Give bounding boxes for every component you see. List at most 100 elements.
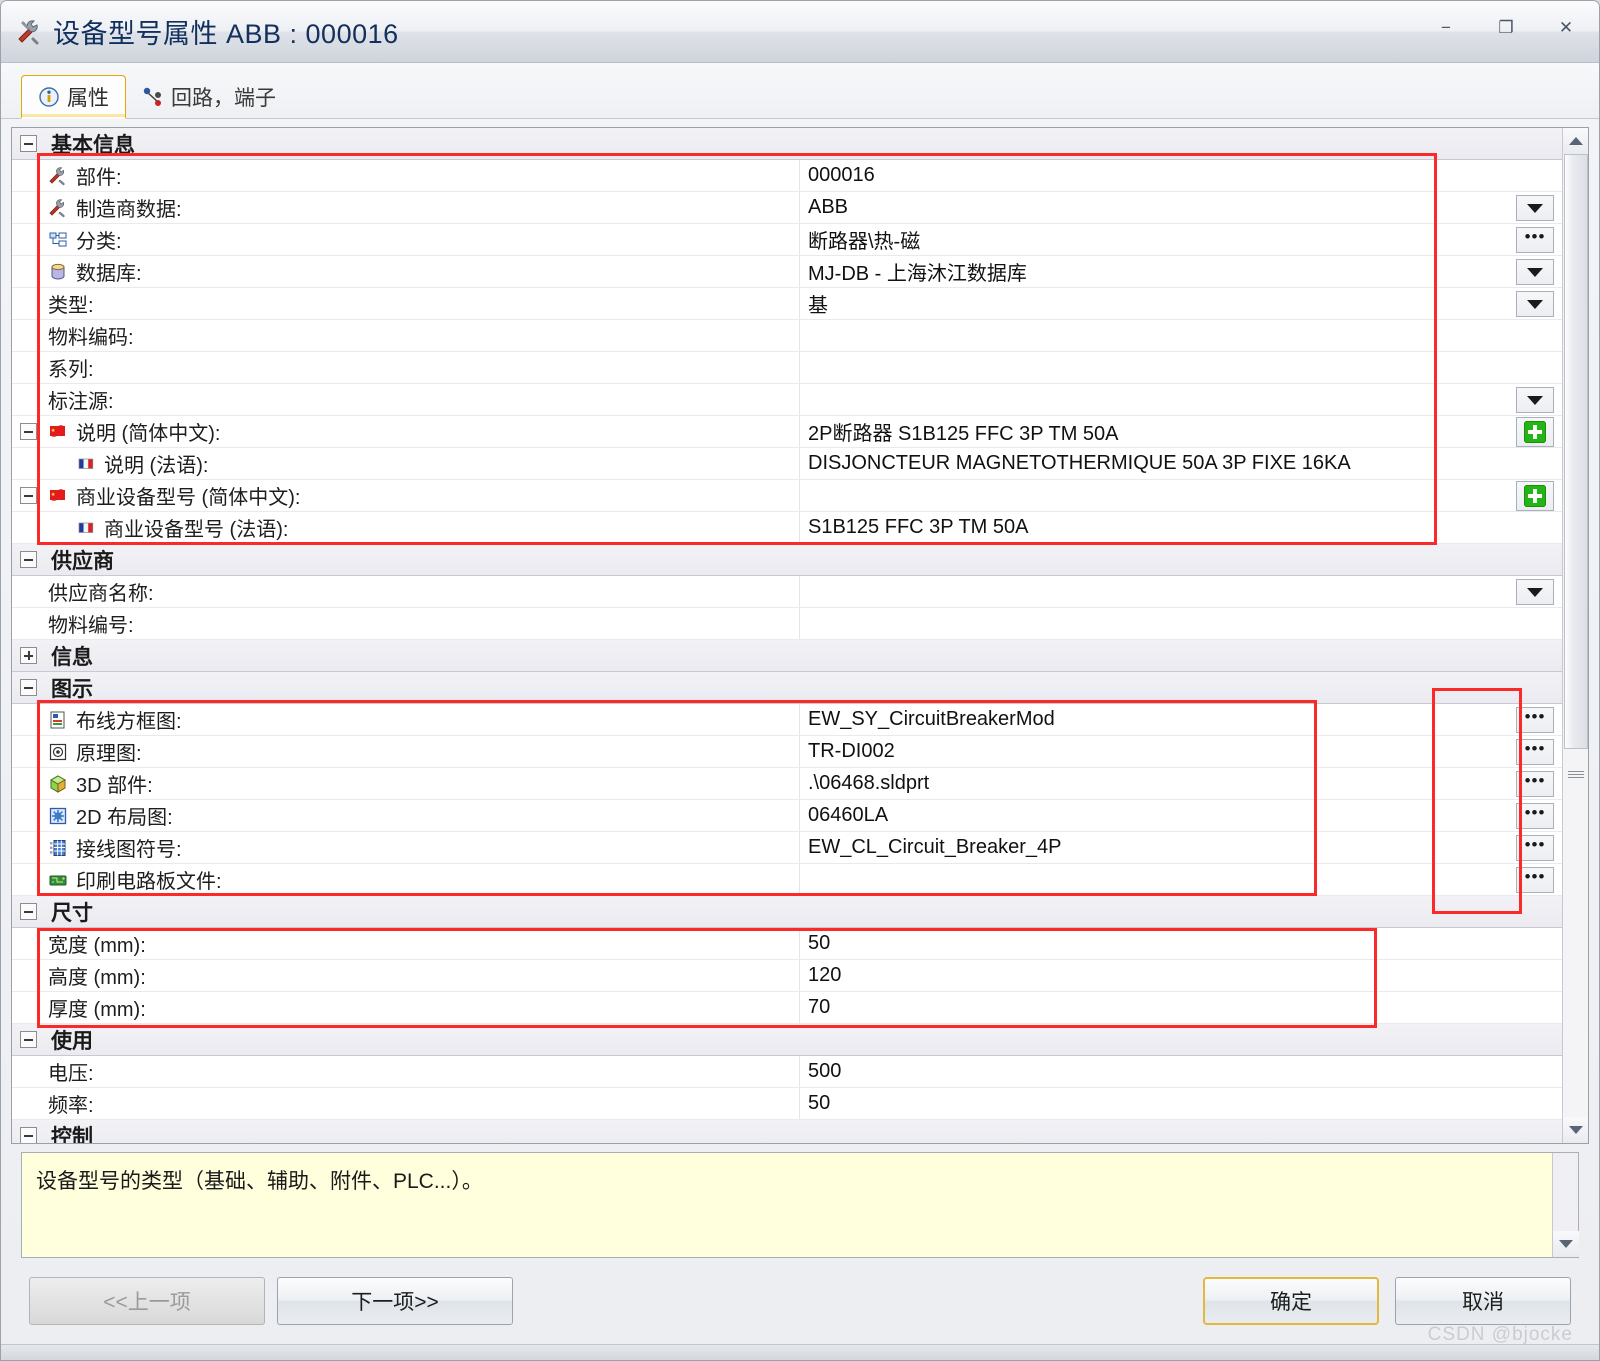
row-collapse-icon[interactable] [20, 487, 37, 504]
property-value-cell[interactable]: 50 [800, 1088, 1562, 1119]
property-value-cell[interactable] [800, 480, 1562, 511]
ok-button[interactable]: 确定 [1203, 1277, 1379, 1325]
close-icon[interactable]: ✕ [1549, 15, 1583, 41]
add-translation-button[interactable] [1516, 417, 1554, 447]
tab-circuits-terminals[interactable]: 回路，端子 [126, 75, 292, 119]
property-row[interactable]: 频率: 50 [12, 1088, 1562, 1120]
browse-button[interactable]: ••• [1516, 771, 1554, 797]
minimize-icon[interactable]: − [1429, 15, 1463, 41]
property-value-cell[interactable] [800, 864, 1562, 895]
group-header-0[interactable]: 基本信息 [12, 128, 1562, 160]
property-value-cell[interactable]: ABB [800, 192, 1562, 223]
property-row[interactable]: 系列: [12, 352, 1562, 384]
property-value-cell[interactable]: S1B125 FFC 3P TM 50A [800, 512, 1562, 543]
property-value-cell[interactable] [800, 320, 1562, 351]
grid-rows: 基本信息 部件: 000016 制造商数据: ABB 分类: 断路器\热-磁 ••• 数据库: M… [12, 128, 1562, 1143]
previous-button[interactable]: <<上一项 [29, 1277, 265, 1325]
property-row[interactable]: 物料编号: [12, 608, 1562, 640]
group-header-6[interactable]: 控制 [12, 1120, 1562, 1143]
property-value-cell[interactable] [800, 608, 1562, 639]
property-row[interactable]: 说明 (简体中文): 2P断路器 S1B125 FFC 3P TM 50A [12, 416, 1562, 448]
property-row[interactable]: 商业设备型号 (法语): S1B125 FFC 3P TM 50A [12, 512, 1562, 544]
scroll-up-button[interactable] [1562, 128, 1588, 154]
collapse-icon[interactable] [20, 679, 37, 696]
property-row[interactable]: 商业设备型号 (简体中文): [12, 480, 1562, 512]
add-translation-button[interactable] [1516, 481, 1554, 511]
property-row[interactable]: 原理图: TR-DI002 ••• [12, 736, 1562, 768]
property-row[interactable]: 数据库: MJ-DB - 上海沐江数据库 [12, 256, 1562, 288]
description-scroll-down-button[interactable] [1553, 1231, 1579, 1257]
group-header-3[interactable]: 图示 [12, 672, 1562, 704]
property-value-cell[interactable]: EW_CL_Circuit_Breaker_4P [800, 832, 1562, 863]
scroll-track[interactable] [1562, 154, 1588, 1117]
property-value-cell[interactable]: TR-DI002 [800, 736, 1562, 767]
dropdown-button[interactable] [1516, 387, 1554, 413]
browse-button[interactable]: ••• [1516, 803, 1554, 829]
property-row[interactable]: 印刷电路板文件: ••• [12, 864, 1562, 896]
property-row[interactable]: 宽度 (mm): 50 [12, 928, 1562, 960]
property-value-cell[interactable]: EW_SY_CircuitBreakerMod [800, 704, 1562, 735]
chevron-down-icon [1527, 299, 1543, 309]
dropdown-button[interactable] [1516, 259, 1554, 285]
collapse-icon[interactable] [20, 903, 37, 920]
cancel-button[interactable]: 取消 [1395, 1277, 1571, 1325]
browse-button[interactable]: ••• [1516, 739, 1554, 765]
property-row[interactable]: 布线方框图: EW_SY_CircuitBreakerMod ••• [12, 704, 1562, 736]
property-row[interactable]: 3D 部件: .\06468.sldprt ••• [12, 768, 1562, 800]
property-value-cell[interactable]: 120 [800, 960, 1562, 991]
tab-properties[interactable]: 属性 [21, 75, 126, 119]
property-row[interactable]: 部件: 000016 [12, 160, 1562, 192]
property-value-cell[interactable]: 2P断路器 S1B125 FFC 3P TM 50A [800, 416, 1562, 447]
browse-button[interactable]: ••• [1516, 867, 1554, 893]
property-row[interactable]: 物料编码: [12, 320, 1562, 352]
collapse-icon[interactable] [20, 551, 37, 568]
browse-button[interactable]: ••• [1516, 707, 1554, 733]
property-row[interactable]: 供应商名称: [12, 576, 1562, 608]
plus-icon [1524, 485, 1546, 507]
property-value-cell[interactable]: 断路器\热-磁 [800, 224, 1562, 255]
property-row[interactable]: 分类: 断路器\热-磁 ••• [12, 224, 1562, 256]
property-value-cell[interactable]: DISJONCTEUR MAGNETOTHERMIQUE 50A 3P FIXE… [800, 448, 1562, 479]
next-button[interactable]: 下一项>> [277, 1277, 513, 1325]
property-row[interactable]: 厚度 (mm): 70 [12, 992, 1562, 1024]
grid-vertical-scrollbar[interactable] [1562, 128, 1588, 1143]
property-value-cell[interactable]: .\06468.sldprt [800, 768, 1562, 799]
collapse-icon[interactable] [20, 135, 37, 152]
property-value-cell[interactable]: 000016 [800, 160, 1562, 191]
group-header-2[interactable]: 信息 [12, 640, 1562, 672]
scroll-down-button[interactable] [1562, 1117, 1588, 1143]
property-value-cell[interactable]: 基 [800, 288, 1562, 319]
dropdown-button[interactable] [1516, 195, 1554, 221]
properties-grid: 基本信息 部件: 000016 制造商数据: ABB 分类: 断路器\热-磁 ••• 数据库: M… [11, 127, 1589, 1144]
property-row[interactable]: 2D 布局图: 06460LA ••• [12, 800, 1562, 832]
property-row[interactable]: 制造商数据: ABB [12, 192, 1562, 224]
property-value-cell[interactable] [800, 576, 1562, 607]
property-row[interactable]: 类型: 基 [12, 288, 1562, 320]
property-value-cell[interactable] [800, 384, 1562, 415]
dropdown-button[interactable] [1516, 579, 1554, 605]
group-header-4[interactable]: 尺寸 [12, 896, 1562, 928]
property-value-cell[interactable]: MJ-DB - 上海沐江数据库 [800, 256, 1562, 287]
property-row[interactable]: 接线图符号: EW_CL_Circuit_Breaker_4P ••• [12, 832, 1562, 864]
property-row[interactable]: 电压: 500 [12, 1056, 1562, 1088]
maximize-icon[interactable]: ❐ [1489, 15, 1523, 41]
collapse-icon[interactable] [20, 1031, 37, 1048]
browse-button[interactable]: ••• [1516, 227, 1554, 253]
property-value-cell[interactable]: 06460LA [800, 800, 1562, 831]
dropdown-button[interactable] [1516, 291, 1554, 317]
expand-icon[interactable] [20, 647, 37, 664]
property-row[interactable]: 高度 (mm): 120 [12, 960, 1562, 992]
browse-button[interactable]: ••• [1516, 835, 1554, 861]
collapse-icon[interactable] [20, 1127, 37, 1143]
property-value-cell[interactable]: 70 [800, 992, 1562, 1023]
description-scrollbar[interactable] [1552, 1153, 1579, 1257]
property-row[interactable]: 说明 (法语): DISJONCTEUR MAGNETOTHERMIQUE 50A… [12, 448, 1562, 480]
row-collapse-icon[interactable] [20, 423, 37, 440]
group-header-5[interactable]: 使用 [12, 1024, 1562, 1056]
group-header-1[interactable]: 供应商 [12, 544, 1562, 576]
property-value-cell[interactable]: 500 [800, 1056, 1562, 1087]
property-value-cell[interactable]: 50 [800, 928, 1562, 959]
property-row[interactable]: 标注源: [12, 384, 1562, 416]
scroll-thumb[interactable] [1563, 154, 1588, 749]
property-value-cell[interactable] [800, 352, 1562, 383]
